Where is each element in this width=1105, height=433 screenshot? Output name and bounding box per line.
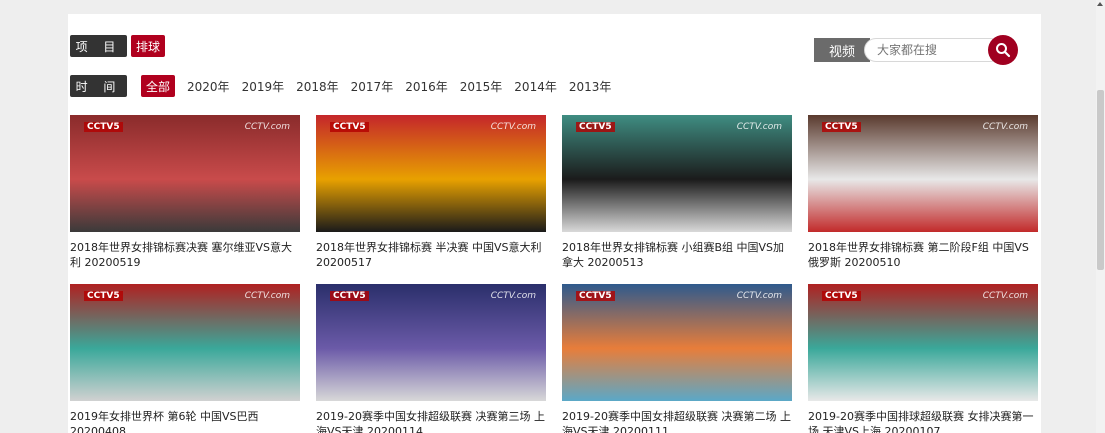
video-card[interactable]: CCTV5 CCTV.com 2018年世界女排锦标赛决赛 塞尔维亚VS意大利 20… bbox=[70, 115, 300, 270]
page: 项 目 排球 时 间 全部 2020年 2019年 2018年 2017年 20… bbox=[0, 0, 1105, 433]
search-icon bbox=[996, 43, 1011, 58]
search-bar: 视频 bbox=[814, 35, 1018, 65]
video-title[interactable]: 2018年世界女排锦标赛 半决赛 中国VS意大利 20200517 bbox=[316, 240, 546, 270]
channel-logo: CCTV5 bbox=[84, 122, 123, 132]
video-title[interactable]: 2018年世界女排锦标赛决赛 塞尔维亚VS意大利 20200519 bbox=[70, 240, 300, 270]
year-option-2017[interactable]: 2017年 bbox=[351, 78, 394, 95]
project-option-volleyball[interactable]: 排球 bbox=[131, 35, 166, 57]
video-thumbnail[interactable]: CCTV5 CCTV.com bbox=[562, 115, 792, 232]
time-option-all[interactable]: 全部 bbox=[141, 75, 176, 97]
main-content: 项 目 排球 时 间 全部 2020年 2019年 2018年 2017年 20… bbox=[68, 14, 1041, 433]
project-label: 项 目 bbox=[70, 35, 127, 57]
channel-logo: CCTV5 bbox=[576, 291, 615, 301]
scrollbar-thumb[interactable] bbox=[1097, 90, 1104, 270]
video-title[interactable]: 2018年世界女排锦标赛 第二阶段F组 中国VS俄罗斯 20200510 bbox=[808, 240, 1038, 270]
video-title[interactable]: 2019-20赛季中国排球超级联赛 女排决赛第一场 天津VS上海 2020010… bbox=[808, 409, 1038, 433]
channel-logo: CCTV5 bbox=[330, 122, 369, 132]
video-title[interactable]: 2019-20赛季中国女排超级联赛 决赛第三场 上海VS天津 20200114 bbox=[316, 409, 546, 433]
year-option-2016[interactable]: 2016年 bbox=[405, 78, 448, 95]
video-title[interactable]: 2019-20赛季中国女排超级联赛 决赛第二场 上海VS天津 20200111 bbox=[562, 409, 792, 433]
channel-watermark: CCTV.com bbox=[736, 122, 782, 132]
year-option-2019[interactable]: 2019年 bbox=[242, 78, 285, 95]
video-card[interactable]: CCTV5 CCTV.com 2018年世界女排锦标赛 半决赛 中国VS意大利 20… bbox=[316, 115, 546, 270]
channel-logo: CCTV5 bbox=[822, 291, 861, 301]
search-input[interactable] bbox=[864, 38, 1002, 62]
video-thumbnail[interactable]: CCTV5 CCTV.com bbox=[562, 284, 792, 401]
time-filter-row: 时 间 全部 2020年 2019年 2018年 2017年 2016年 201… bbox=[70, 75, 611, 97]
project-filter-row: 项 目 排球 bbox=[70, 35, 166, 57]
channel-watermark: CCTV.com bbox=[982, 291, 1028, 301]
video-card[interactable]: CCTV5 CCTV.com 2019-20赛季中国女排超级联赛 决赛第二场 上海V… bbox=[562, 284, 792, 433]
year-option-2018[interactable]: 2018年 bbox=[296, 78, 339, 95]
search-button[interactable] bbox=[988, 35, 1018, 65]
video-thumbnail[interactable]: CCTV5 CCTV.com bbox=[808, 115, 1038, 232]
scroll-up-arrow-icon[interactable] bbox=[1097, 2, 1103, 6]
video-card[interactable]: CCTV5 CCTV.com 2018年世界女排锦标赛 第二阶段F组 中国VS俄罗斯… bbox=[808, 115, 1038, 270]
search-category-tab[interactable]: 视频 bbox=[814, 38, 870, 62]
year-option-2014[interactable]: 2014年 bbox=[514, 78, 557, 95]
channel-watermark: CCTV.com bbox=[244, 122, 290, 132]
video-thumbnail[interactable]: CCTV5 CCTV.com bbox=[316, 284, 546, 401]
video-card[interactable]: CCTV5 CCTV.com 2019-20赛季中国女排超级联赛 决赛第三场 上海V… bbox=[316, 284, 546, 433]
channel-watermark: CCTV.com bbox=[490, 122, 536, 132]
video-card[interactable]: CCTV5 CCTV.com 2019年女排世界杯 第6轮 中国VS巴西 20200… bbox=[70, 284, 300, 433]
video-title[interactable]: 2018年世界女排锦标赛 小组赛B组 中国VS加拿大 20200513 bbox=[562, 240, 792, 270]
channel-watermark: CCTV.com bbox=[244, 291, 290, 301]
channel-watermark: CCTV.com bbox=[736, 291, 782, 301]
channel-logo: CCTV5 bbox=[822, 122, 861, 132]
video-thumbnail[interactable]: CCTV5 CCTV.com bbox=[316, 115, 546, 232]
video-thumbnail[interactable]: CCTV5 CCTV.com bbox=[70, 284, 300, 401]
video-card[interactable]: CCTV5 CCTV.com 2019-20赛季中国排球超级联赛 女排决赛第一场 天… bbox=[808, 284, 1038, 433]
video-card[interactable]: CCTV5 CCTV.com 2018年世界女排锦标赛 小组赛B组 中国VS加拿大 … bbox=[562, 115, 792, 270]
video-title[interactable]: 2019年女排世界杯 第6轮 中国VS巴西 20200408 bbox=[70, 409, 300, 433]
channel-logo: CCTV5 bbox=[330, 291, 369, 301]
video-thumbnail[interactable]: CCTV5 CCTV.com bbox=[70, 115, 300, 232]
year-option-2020[interactable]: 2020年 bbox=[187, 78, 230, 95]
year-option-2013[interactable]: 2013年 bbox=[569, 78, 612, 95]
vertical-scrollbar[interactable] bbox=[1096, 0, 1105, 433]
channel-logo: CCTV5 bbox=[84, 291, 123, 301]
year-option-2015[interactable]: 2015年 bbox=[460, 78, 503, 95]
video-thumbnail[interactable]: CCTV5 CCTV.com bbox=[808, 284, 1038, 401]
channel-logo: CCTV5 bbox=[576, 122, 615, 132]
channel-watermark: CCTV.com bbox=[490, 291, 536, 301]
time-label: 时 间 bbox=[70, 75, 127, 97]
channel-watermark: CCTV.com bbox=[982, 122, 1028, 132]
